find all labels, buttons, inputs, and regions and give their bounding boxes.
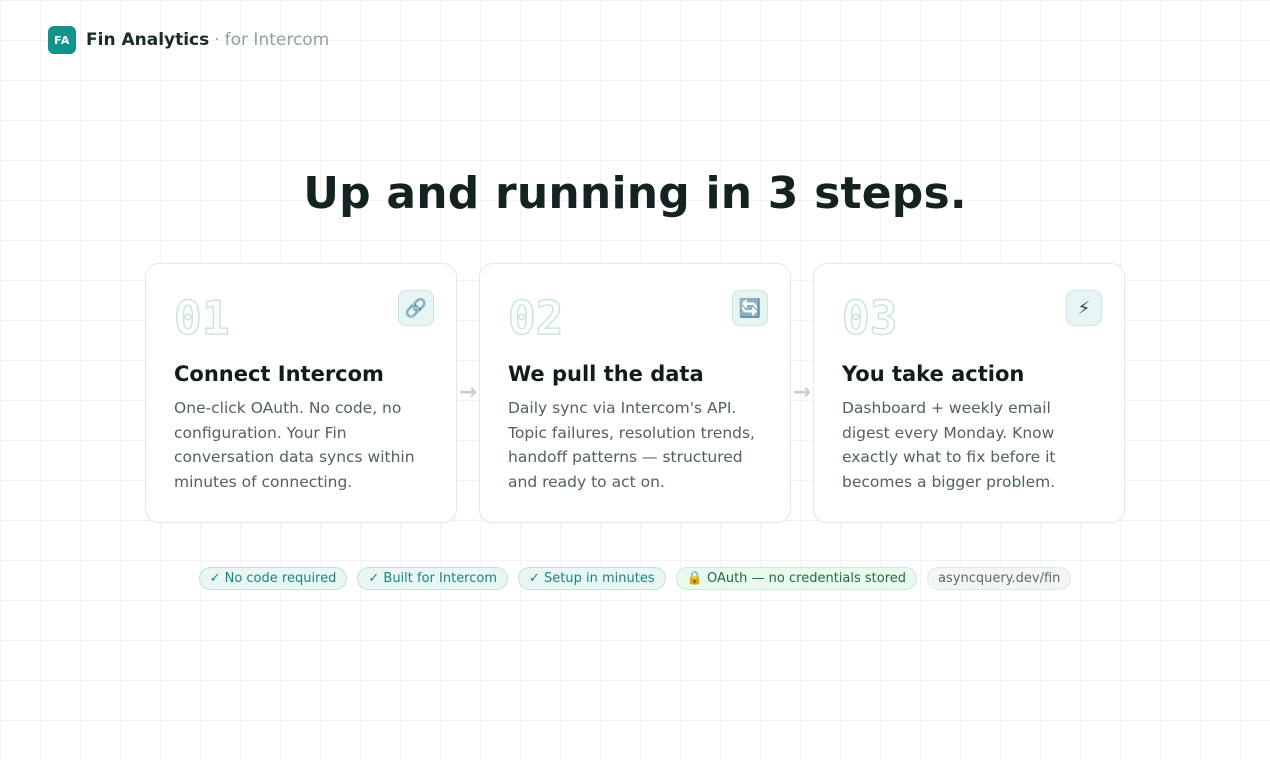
step-number: 01 <box>173 291 230 345</box>
badge-url-link[interactable]: asyncquery.dev/fin <box>927 567 1072 590</box>
step-card-take-action: 03 ⚡ You take action Dashboard + weekly … <box>813 263 1125 523</box>
badge-oauth: 🔒 OAuth — no credentials stored <box>675 567 918 590</box>
step-title: Connect Intercom <box>174 362 384 386</box>
brand-logo: FA <box>48 26 76 54</box>
badge-no-code: ✓ No code required <box>198 567 348 590</box>
steps-row: 01 🔗 Connect Intercom One-click OAuth. N… <box>145 263 1125 523</box>
step-description: One-click OAuth. No code, no configurati… <box>174 399 415 492</box>
brand[interactable]: FA Fin Analytics · for Intercom <box>48 26 329 54</box>
step-title: You take action <box>842 362 1025 386</box>
page-headline: Up and running in 3 steps. <box>303 168 967 219</box>
step-description: Daily sync via Intercom's API. Topic fai… <box>508 399 755 492</box>
step-title: We pull the data <box>508 362 704 386</box>
brand-subtitle: for Intercom <box>224 30 330 50</box>
arrow-right-icon: → <box>792 380 812 405</box>
link-icon: 🔗 <box>398 290 434 326</box>
lightning-icon: ⚡ <box>1066 290 1102 326</box>
brand-separator: · <box>214 30 220 50</box>
step-description: Dashboard + weekly email digest every Mo… <box>842 399 1056 492</box>
sync-icon: 🔄 <box>732 290 768 326</box>
step-card-pull-data: 02 🔄 We pull the data Daily sync via Int… <box>479 263 791 523</box>
badge-built-for-intercom: ✓ Built for Intercom <box>357 567 509 590</box>
brand-name: Fin Analytics <box>86 30 210 50</box>
step-number: 03 <box>841 291 898 345</box>
badge-setup-minutes: ✓ Setup in minutes <box>518 567 666 590</box>
arrow-right-icon: → <box>458 380 478 405</box>
feature-badges: ✓ No code required ✓ Built for Intercom … <box>0 567 1270 590</box>
step-card-connect: 01 🔗 Connect Intercom One-click OAuth. N… <box>145 263 457 523</box>
step-number: 02 <box>507 291 564 345</box>
